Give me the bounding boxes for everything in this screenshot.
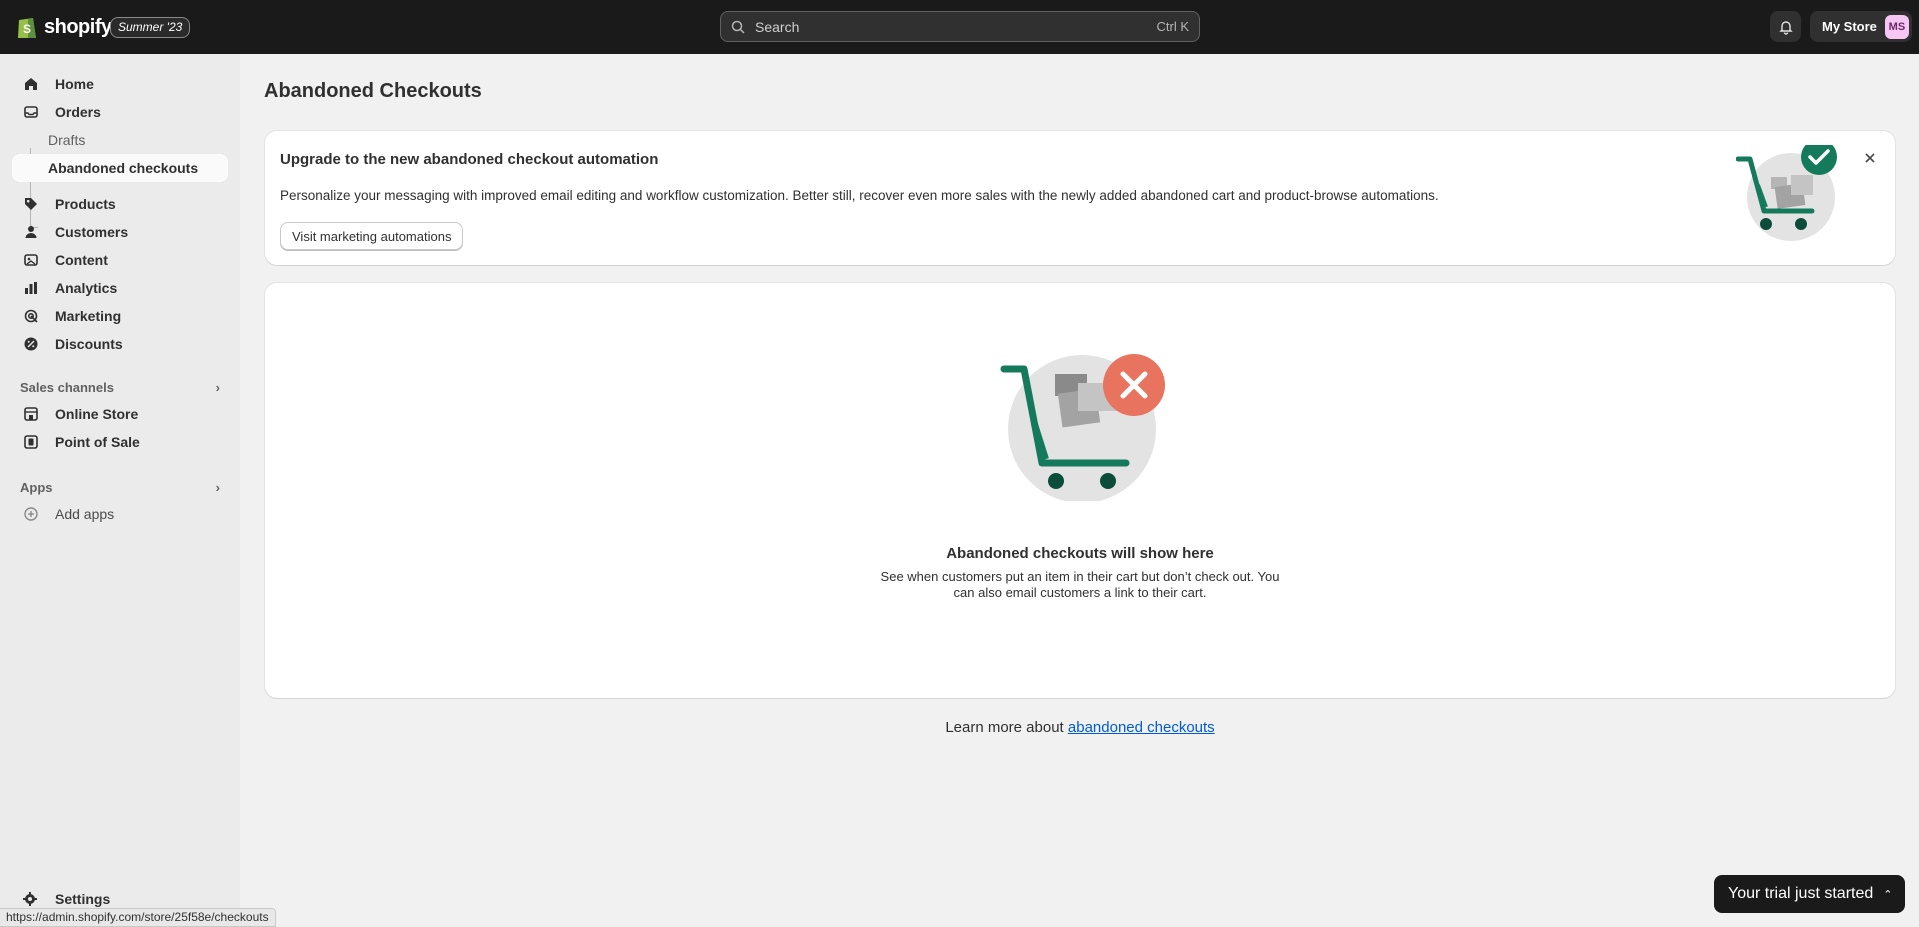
sidebar-item-add-apps[interactable]: Add apps xyxy=(12,500,228,528)
banner-text: Personalize your messaging with improved… xyxy=(280,188,1439,203)
svg-text:S: S xyxy=(23,22,31,36)
sidebar-item-abandoned-checkouts[interactable]: Abandoned checkouts xyxy=(12,154,228,182)
close-icon xyxy=(1865,153,1875,163)
notifications-button[interactable] xyxy=(1770,11,1801,42)
sidebar-item-label: Orders xyxy=(55,104,101,120)
gear-icon xyxy=(22,891,40,907)
store-menu-button[interactable]: My Store MS xyxy=(1810,11,1912,42)
empty-state-title: Abandoned checkouts will show here xyxy=(946,545,1214,562)
sidebar-item-products[interactable]: Products xyxy=(12,190,228,218)
pos-icon xyxy=(22,433,40,451)
chevron-up-icon: ⌃ xyxy=(1883,888,1893,901)
edition-badge[interactable]: Summer '23 xyxy=(110,17,191,38)
sidebar-item-label: Point of Sale xyxy=(55,434,140,450)
trial-button[interactable]: Your trial just started ⌃ xyxy=(1714,875,1905,913)
sidebar-item-label: Discounts xyxy=(55,336,123,352)
store-name: My Store xyxy=(1822,19,1877,34)
sidebar-item-label: Analytics xyxy=(55,280,118,296)
status-url: https://admin.shopify.com/store/25f58e/c… xyxy=(0,908,276,927)
sidebar-item-analytics[interactable]: Analytics xyxy=(12,274,228,302)
sidebar-item-label: Add apps xyxy=(55,506,115,522)
sidebar-item-label: Content xyxy=(55,252,108,268)
sidebar-item-label: Online Store xyxy=(55,406,139,422)
person-icon xyxy=(22,223,40,241)
cart-success-illustration xyxy=(1736,145,1837,241)
learn-more-prefix: Learn more about xyxy=(945,719,1068,736)
sidebar-item-label: Products xyxy=(55,196,116,212)
search-input[interactable]: Search xyxy=(755,19,1157,35)
discount-icon xyxy=(22,335,40,353)
sidebar-item-online-store[interactable]: Online Store xyxy=(12,400,228,428)
sidebar-item-home[interactable]: Home xyxy=(12,70,228,98)
sidebar: Home Orders Drafts Abandoned checkouts P… xyxy=(0,54,240,927)
learn-more: Learn more about abandoned checkouts xyxy=(265,719,1895,736)
visit-marketing-automations-button[interactable]: Visit marketing automations xyxy=(280,222,464,250)
search-bar[interactable]: Search Ctrl K xyxy=(720,11,1200,42)
automation-banner: Upgrade to the new abandoned checkout au… xyxy=(265,131,1895,265)
sidebar-item-label: Marketing xyxy=(55,308,122,324)
shopify-bag-icon: S xyxy=(18,18,36,38)
sidebar-item-discounts[interactable]: Discounts xyxy=(12,330,228,358)
sidebar-item-orders[interactable]: Orders xyxy=(12,98,228,126)
sidebar-item-content[interactable]: Content xyxy=(12,246,228,274)
sidebar-item-label: Customers xyxy=(55,224,129,240)
sidebar-item-drafts[interactable]: Drafts xyxy=(12,126,228,154)
empty-state-card: Abandoned checkouts will show here See w… xyxy=(265,283,1895,698)
apps-label: Apps xyxy=(20,479,53,495)
plus-circle-icon xyxy=(22,505,40,523)
brand-name: shopify xyxy=(44,15,112,38)
shopify-logo[interactable]: S shopify xyxy=(16,14,112,40)
cart-empty-illustration xyxy=(1000,354,1165,501)
search-shortcut: Ctrl K xyxy=(1156,19,1190,34)
sidebar-item-marketing[interactable]: Marketing xyxy=(12,302,228,330)
dismiss-banner-button[interactable] xyxy=(1861,149,1879,167)
sales-channels-heading[interactable]: Sales channels › xyxy=(20,377,220,397)
chevron-right-icon: › xyxy=(215,479,220,495)
target-icon xyxy=(22,307,40,325)
store-icon xyxy=(22,405,40,423)
avatar: MS xyxy=(1884,14,1909,39)
abandoned-checkouts-link[interactable]: abandoned checkouts xyxy=(1068,719,1215,736)
chevron-right-icon: › xyxy=(215,379,220,395)
apps-heading[interactable]: Apps › xyxy=(20,477,220,497)
bell-icon xyxy=(1778,20,1793,35)
top-bar: S shopify Summer '23 Search Ctrl K My St… xyxy=(0,0,1919,54)
sidebar-item-point-of-sale[interactable]: Point of Sale xyxy=(12,428,228,456)
sidebar-item-customers[interactable]: Customers xyxy=(12,218,228,246)
sidebar-item-label: Settings xyxy=(55,891,111,907)
sidebar-item-label: Home xyxy=(55,76,94,92)
orders-icon xyxy=(22,103,40,121)
banner-title: Upgrade to the new abandoned checkout au… xyxy=(280,151,659,168)
empty-state-text: See when customers put an item in their … xyxy=(880,569,1280,600)
home-icon xyxy=(22,75,40,93)
trial-label: Your trial just started xyxy=(1728,885,1874,902)
tag-icon xyxy=(22,195,40,213)
bar-chart-icon xyxy=(22,279,40,297)
sales-channels-label: Sales channels xyxy=(20,379,114,395)
page-title: Abandoned Checkouts xyxy=(264,80,482,102)
search-icon xyxy=(731,20,745,34)
image-icon xyxy=(22,251,40,269)
